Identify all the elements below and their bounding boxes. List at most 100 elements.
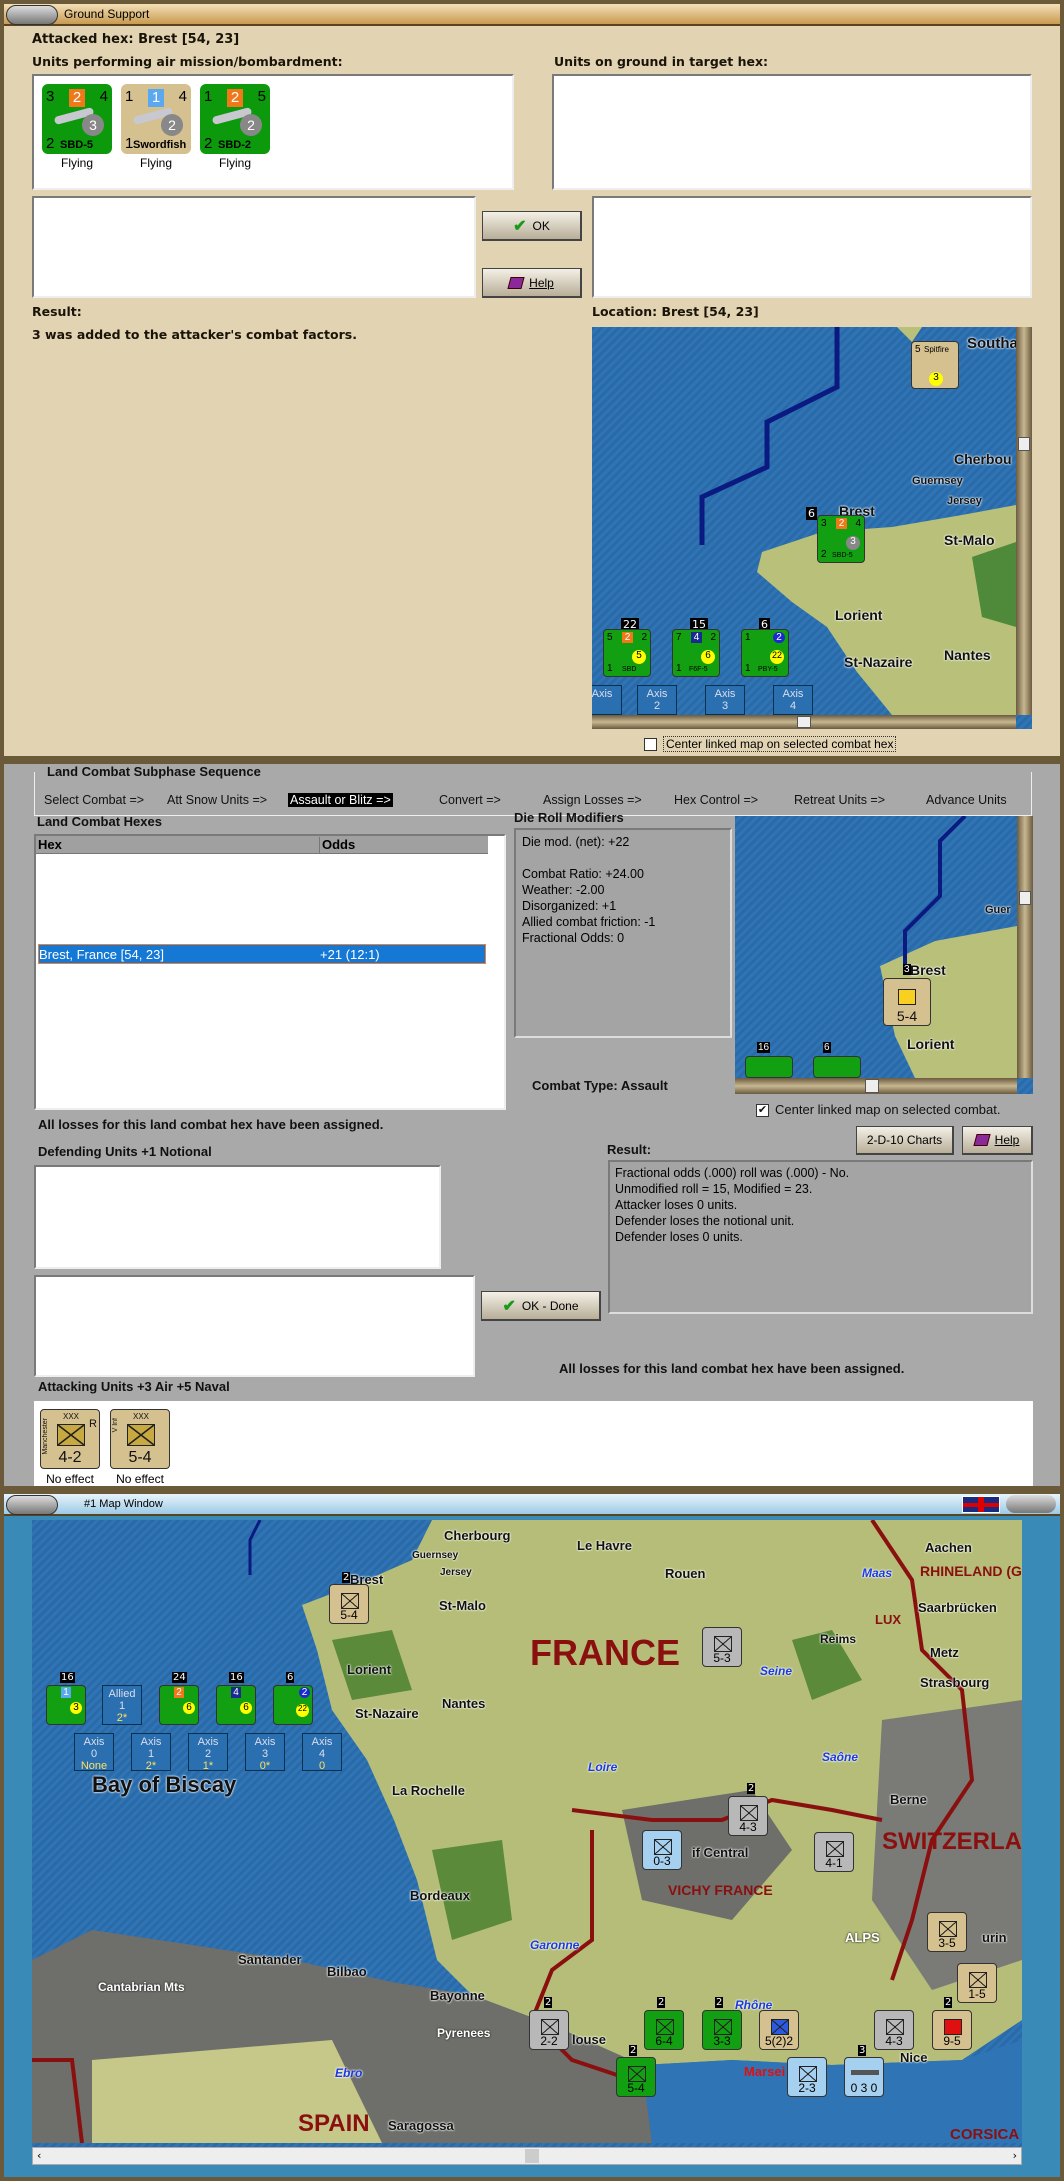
help-button[interactable]: Help bbox=[482, 268, 582, 298]
land-unit-counter[interactable]: 4-3 bbox=[728, 1796, 768, 1836]
axis-tab[interactable]: Axis 2 1* bbox=[188, 1733, 228, 1772]
linked-map[interactable]: Southa Cherbou Guernsey Jersey Brest St-… bbox=[592, 327, 1032, 729]
air-unit-counter[interactable]: 1 2 5 2 2 SBD-2 bbox=[200, 84, 270, 154]
center-map-checkbox[interactable]: ✔ Center linked map on selected combat. bbox=[756, 1102, 1000, 1118]
air-stack-counter[interactable]: 1 2 22 1 PBY-5 bbox=[741, 629, 789, 677]
naval-unit-counter[interactable]: 0 3 0 bbox=[844, 2057, 884, 2097]
counter-value: 2 bbox=[773, 632, 785, 643]
air-stack-counter[interactable] bbox=[813, 1056, 861, 1078]
land-unit-counter[interactable]: 5-4 bbox=[616, 2057, 656, 2097]
air-stack-counter[interactable]: 5 2 2 5 1 SBD bbox=[603, 629, 651, 677]
land-unit-counter[interactable]: 6-4 bbox=[644, 2010, 684, 2050]
scroll-thumb[interactable] bbox=[797, 716, 811, 728]
linked-minimap[interactable]: Brest Guer Lorient 3 5-4 16 6 bbox=[735, 816, 1033, 1094]
scroll-thumb[interactable] bbox=[1019, 891, 1031, 905]
land-unit-counter[interactable]: 1-5 bbox=[957, 1963, 997, 2003]
land-unit-counter[interactable]: 3-3 bbox=[702, 2010, 742, 2050]
main-map[interactable]: Cherbourg Guernsey Jersey Le Havre Rouen… bbox=[32, 1520, 1022, 2147]
center-map-checkbox[interactable]: Center linked map on selected combat hex bbox=[644, 736, 897, 752]
window-controls[interactable] bbox=[1006, 1495, 1056, 1513]
axis-tab[interactable]: Axis 4 bbox=[773, 685, 813, 715]
column-hex[interactable]: Hex bbox=[38, 837, 62, 852]
spitfire-counter[interactable]: 5 Spitfire 3 bbox=[911, 341, 959, 389]
help-button[interactable]: Help bbox=[962, 1126, 1033, 1155]
attacking-unit-counter[interactable]: Manchester XXX R 4-2 bbox=[40, 1409, 100, 1469]
allied-tab[interactable]: Allied 1 2* bbox=[102, 1685, 142, 1725]
axis-tab[interactable]: Axis 4 0 bbox=[302, 1733, 342, 1772]
system-menu-button[interactable] bbox=[6, 1495, 58, 1515]
vertical-scrollbar[interactable] bbox=[1016, 327, 1032, 715]
unit-size: XXX bbox=[63, 1412, 80, 1421]
land-unit-counter[interactable]: 4-3 bbox=[874, 2010, 914, 2050]
scroll-thumb[interactable] bbox=[865, 1079, 879, 1093]
attacking-units-list[interactable]: Manchester XXX R 4-2 No effect V Inf XXX 5-4 … bbox=[34, 1401, 1033, 1486]
unit-name: SBD bbox=[622, 666, 637, 673]
checkbox-checked[interactable]: ✔ bbox=[756, 1104, 769, 1118]
air-units-list[interactable]: 3 2 4 3 2 SBD-5 Flying 1 1 4 2 1 Swordfish Flying … bbox=[32, 74, 514, 190]
checkbox[interactable] bbox=[644, 738, 657, 752]
counter-value: 5-4 bbox=[627, 2081, 645, 2095]
air-unit-counter[interactable]: 26 bbox=[159, 1685, 199, 1725]
ok-done-button[interactable]: ✔ OK - Done bbox=[481, 1291, 601, 1321]
counter-value: 2 bbox=[641, 632, 647, 643]
axis-tab[interactable]: Axis 3 0* bbox=[245, 1733, 285, 1772]
air-unit-counter[interactable]: 3 2 4 3 2 SBD-5 bbox=[42, 84, 112, 154]
axis-tab[interactable]: Axis bbox=[592, 685, 622, 715]
help-label: Help bbox=[994, 1133, 1020, 1147]
axis-tab[interactable]: Axis 1 2* bbox=[131, 1733, 171, 1772]
land-unit-counter[interactable]: 2-3 bbox=[787, 2057, 827, 2097]
air-unit-counter[interactable]: 46 bbox=[216, 1685, 256, 1725]
title-bar[interactable]: #1 Map Window bbox=[4, 1494, 1060, 1516]
land-unit-counter[interactable]: 5-4 bbox=[329, 1584, 369, 1624]
vertical-scrollbar[interactable] bbox=[1017, 816, 1033, 1078]
air-stack-counter[interactable]: 7 4 2 6 1 F6F-5 bbox=[672, 629, 720, 677]
horizontal-scrollbar[interactable] bbox=[735, 1078, 1017, 1094]
scroll-left-icon[interactable]: ‹ bbox=[37, 2149, 41, 2162]
infantry-icon bbox=[127, 1424, 155, 1446]
horizontal-scrollbar[interactable]: ‹ › bbox=[32, 2147, 1022, 2165]
combat-hexes-table[interactable]: Hex Odds Brest, France [54, 23] +21 (12:1) bbox=[34, 834, 506, 1110]
defending-unit-counter[interactable]: 5-4 bbox=[883, 978, 931, 1026]
land-unit-counter[interactable]: 5(2)2 bbox=[759, 2010, 799, 2050]
charts-button[interactable]: 2-D-10 Charts bbox=[856, 1126, 954, 1155]
land-unit-counter[interactable]: 9-5 bbox=[932, 2010, 972, 2050]
land-unit-counter[interactable]: 5-3 bbox=[702, 1627, 742, 1667]
axis-tab[interactable]: Axis 3 bbox=[705, 685, 745, 715]
table-row[interactable]: Brest, France [54, 23] +21 (12:1) bbox=[38, 944, 486, 964]
tab-number: 1 bbox=[118, 1700, 126, 1712]
counter-value: 5-3 bbox=[713, 1651, 731, 1665]
scroll-right-icon[interactable]: › bbox=[1013, 2149, 1017, 2162]
defending-units-list[interactable] bbox=[34, 1165, 441, 1269]
column-odds[interactable]: Odds bbox=[319, 837, 355, 854]
axis-tab[interactable]: Axis 0 None bbox=[74, 1733, 114, 1772]
title-bar[interactable]: Ground Support bbox=[4, 4, 1060, 26]
air-unit-counter[interactable]: 1 1 4 2 1 Swordfish bbox=[121, 84, 191, 154]
drm-line: Die mod. (net): +22 bbox=[522, 835, 630, 849]
attacking-units-detail-box[interactable] bbox=[34, 1275, 475, 1377]
tab-number: 3 bbox=[721, 700, 729, 712]
air-units-detail-box[interactable] bbox=[32, 196, 476, 298]
ground-units-list[interactable] bbox=[552, 74, 1032, 190]
infantry-icon bbox=[969, 1972, 987, 1988]
hq-icon bbox=[771, 2019, 789, 2035]
axis-tab[interactable]: Axis 2 bbox=[637, 685, 677, 715]
air-unit-counter[interactable]: 2 22 bbox=[273, 1685, 313, 1725]
counter-value: 1 bbox=[204, 88, 213, 105]
terrain bbox=[32, 1520, 1022, 2143]
ok-button[interactable]: ✔ OK bbox=[482, 211, 582, 241]
stack-count: 16 bbox=[229, 1672, 244, 1683]
horizontal-scrollbar[interactable] bbox=[592, 715, 1016, 729]
land-unit-counter[interactable]: 3-5 bbox=[927, 1912, 967, 1952]
air-stack-counter[interactable] bbox=[745, 1056, 793, 1078]
scroll-thumb[interactable] bbox=[525, 2149, 539, 2163]
land-unit-counter[interactable]: 4-1 bbox=[814, 1832, 854, 1872]
land-unit-counter[interactable]: 0-3 bbox=[642, 1830, 682, 1870]
air-unit-counter[interactable]: 13 bbox=[46, 1685, 86, 1725]
system-menu-button[interactable] bbox=[6, 5, 58, 25]
attacking-unit-counter[interactable]: V Inf XXX 5-4 bbox=[110, 1409, 170, 1469]
combat-type: Combat Type: Assault bbox=[532, 1078, 668, 1093]
ground-units-detail-box[interactable] bbox=[592, 196, 1032, 298]
brest-air-counter[interactable]: 3 2 4 3 2 SBD-5 bbox=[817, 515, 865, 563]
land-unit-counter[interactable]: 2-2 bbox=[529, 2010, 569, 2050]
scroll-thumb[interactable] bbox=[1018, 437, 1030, 451]
